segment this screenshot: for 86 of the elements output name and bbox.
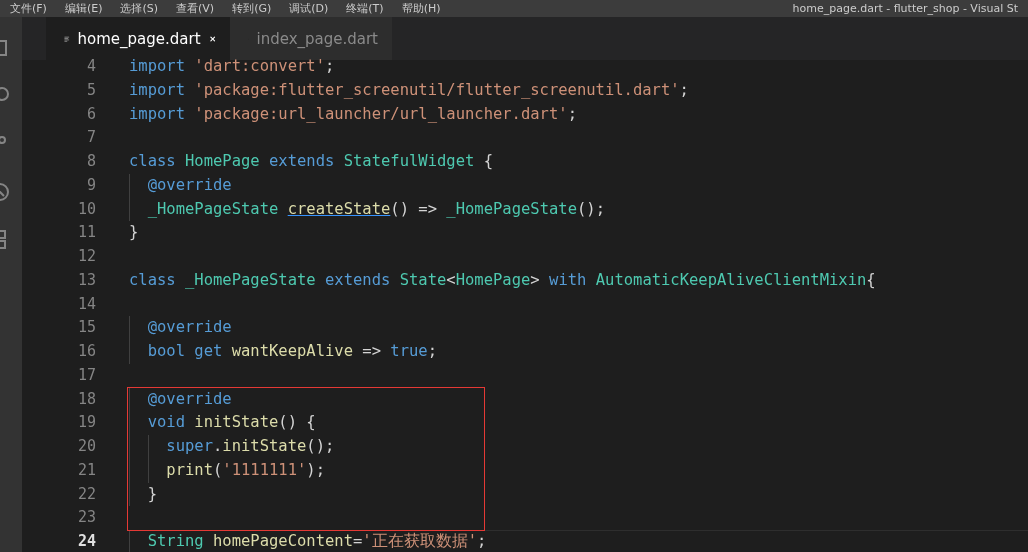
code-token: extends bbox=[325, 269, 391, 291]
line-number: 16 bbox=[76, 341, 96, 362]
code-token: '正在获取数据' bbox=[362, 531, 477, 552]
line-number: 5 bbox=[85, 79, 96, 101]
code-token: } bbox=[147, 483, 157, 505]
line-number: 23 bbox=[76, 507, 96, 529]
line-number: 12 bbox=[76, 246, 96, 267]
window-title: home_page.dart - flutter_shop - Visual St bbox=[792, 2, 1018, 15]
code-token: void bbox=[147, 412, 185, 434]
code-token: ; bbox=[679, 79, 689, 101]
code-token: AutomaticKeepAliveClientMixin bbox=[595, 269, 867, 291]
line-number: 15 bbox=[76, 317, 96, 339]
line-number: 10 bbox=[76, 198, 96, 220]
code-token: homePageContent bbox=[213, 531, 353, 552]
code-token: wantKeepAlive bbox=[231, 341, 353, 362]
code-token: (); bbox=[306, 436, 335, 457]
code-token: super bbox=[166, 436, 213, 457]
code-token: ; bbox=[567, 103, 577, 125]
code-token: { bbox=[483, 151, 494, 172]
file-icon[interactable] bbox=[0, 37, 10, 59]
code-token: HomePage bbox=[455, 269, 531, 291]
code-token: true bbox=[390, 341, 428, 362]
menu-item[interactable]: 转到(G) bbox=[232, 0, 272, 17]
menu-item[interactable]: 查看(V) bbox=[176, 0, 215, 17]
line-number: 17 bbox=[76, 364, 96, 386]
code-token: (); bbox=[577, 198, 605, 220]
menu-item[interactable]: 终端(T) bbox=[346, 0, 384, 17]
code-token: ); bbox=[306, 459, 325, 481]
code-token: < bbox=[446, 269, 456, 291]
line-number: 6 bbox=[85, 103, 96, 125]
editor-tab[interactable]: index_page.dart bbox=[230, 17, 392, 60]
code-token: > bbox=[530, 269, 540, 291]
code-token: class bbox=[129, 151, 176, 172]
code-token: @override bbox=[147, 317, 232, 339]
code-token: HomePage bbox=[185, 151, 260, 172]
code-token: _HomePageState bbox=[446, 198, 577, 220]
code-token: class bbox=[129, 269, 176, 291]
code-token: initState bbox=[194, 412, 279, 434]
line-number: 9 bbox=[85, 174, 96, 196]
menu-item[interactable]: 帮助(H) bbox=[401, 0, 441, 17]
line-number: 22 bbox=[76, 483, 96, 505]
code-token: ; bbox=[427, 341, 438, 362]
code-token: @override bbox=[147, 388, 232, 410]
code-token: _HomePageState bbox=[185, 269, 316, 291]
line-number: 11 bbox=[76, 222, 96, 244]
code-token: = bbox=[353, 531, 363, 552]
menu-item[interactable]: 编辑(E) bbox=[64, 0, 103, 17]
code-token: bool bbox=[147, 341, 185, 362]
code-token: import bbox=[129, 103, 185, 125]
code-token: } bbox=[129, 222, 139, 244]
code-token: ; bbox=[477, 531, 487, 552]
code-token: { bbox=[866, 269, 876, 291]
line-number: 24 bbox=[76, 531, 96, 552]
code-token: _HomePageState bbox=[147, 198, 279, 220]
editor-tab[interactable]: home_page.dart bbox=[46, 17, 230, 60]
circle-slash-icon[interactable] bbox=[0, 181, 10, 203]
line-number: 8 bbox=[85, 151, 96, 172]
code-token: with bbox=[549, 269, 587, 291]
line-number: 21 bbox=[76, 459, 96, 481]
code-token: 'package:flutter_screenutil/flutter_screenutil.dart' bbox=[194, 79, 680, 101]
line-number: 20 bbox=[76, 436, 96, 457]
code-token: State bbox=[399, 269, 447, 291]
code-token: StatefulWidget bbox=[343, 151, 475, 172]
line-number: 18 bbox=[76, 388, 96, 410]
line-number: 19 bbox=[76, 412, 96, 434]
code-link[interactable]: createState bbox=[287, 197, 391, 222]
code-token: () { bbox=[278, 412, 316, 434]
code-token: import bbox=[129, 79, 185, 101]
code-token: print bbox=[166, 459, 213, 481]
menu-item[interactable]: 调试(D) bbox=[289, 0, 329, 17]
code-token: String bbox=[147, 531, 204, 552]
code-token: () => bbox=[390, 198, 437, 220]
code-token: 'package:url_launcher/url_launcher.dart' bbox=[194, 103, 568, 125]
code-token: extends bbox=[269, 151, 335, 172]
line-number: 13 bbox=[76, 269, 96, 291]
code-token: ( bbox=[213, 459, 223, 481]
code-token: . bbox=[213, 436, 223, 457]
code-token: initState bbox=[222, 436, 307, 457]
code-token: '1111111' bbox=[222, 459, 307, 481]
code-token: => bbox=[362, 341, 381, 362]
code-token: get bbox=[194, 341, 223, 362]
menu-item[interactable]: 选择(S) bbox=[120, 0, 159, 17]
line-number: 14 bbox=[76, 293, 96, 315]
code-token: @override bbox=[147, 174, 232, 196]
menu-item[interactable]: 文件(F) bbox=[10, 0, 47, 17]
line-number: 7 bbox=[85, 127, 96, 149]
